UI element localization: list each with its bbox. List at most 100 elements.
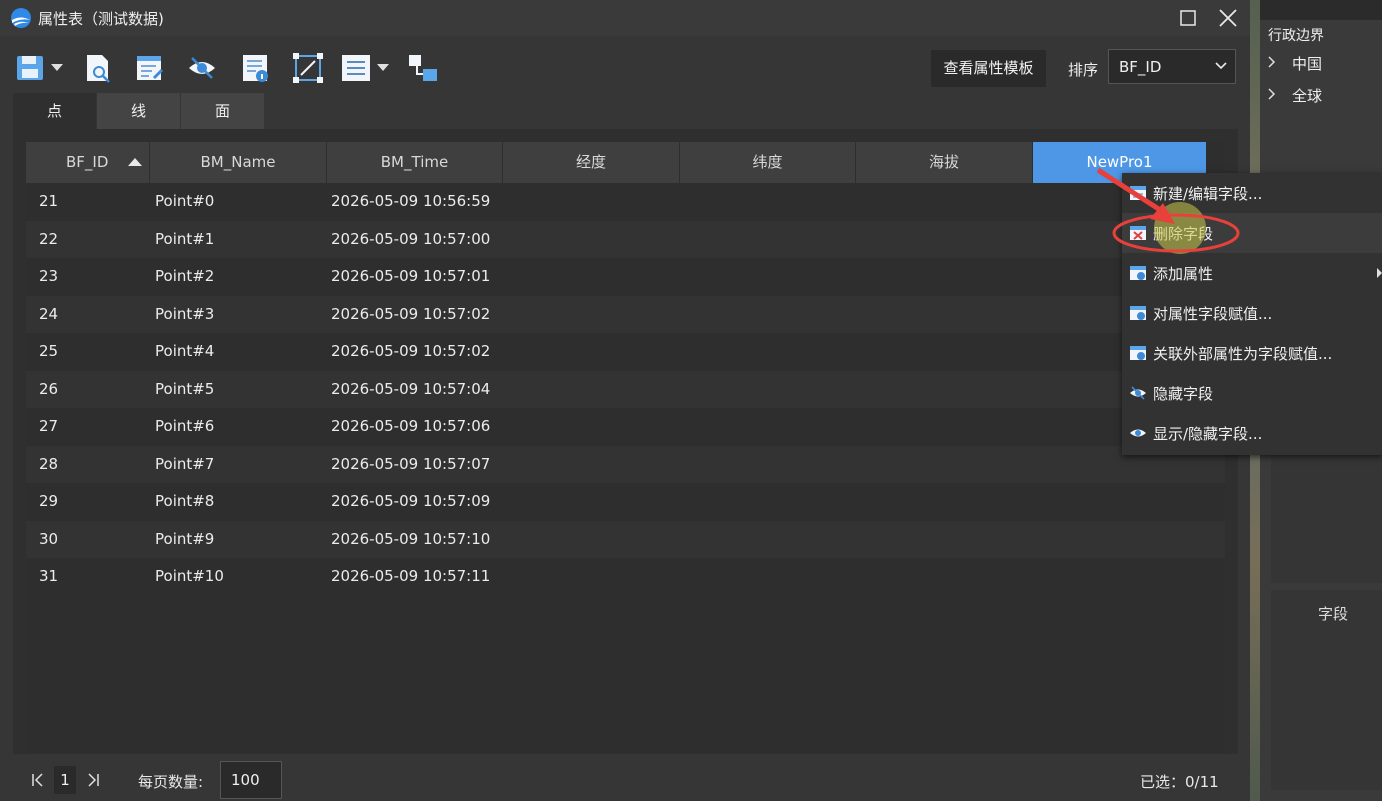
- chevron-right-icon[interactable]: [1268, 56, 1276, 68]
- table-row[interactable]: 30 Point#9 2026-05-09 10:57:10: [26, 520, 1225, 558]
- document-info-icon[interactable]: [240, 52, 272, 84]
- tree-item-global[interactable]: 全球: [1292, 85, 1322, 106]
- cell-bm-name: Point#6: [155, 417, 215, 435]
- column-header-bm-name[interactable]: BM_Name: [150, 142, 327, 183]
- cell-bf-id: 27: [39, 417, 59, 435]
- cell-bm-time: 2026-05-09 10:57:02: [331, 304, 491, 323]
- table-row[interactable]: 29 Point#8 2026-05-09 10:57:09: [26, 483, 1225, 521]
- edit-table-icon[interactable]: [134, 52, 166, 84]
- select-frame-icon[interactable]: [292, 52, 324, 84]
- cell-bf-id: 25: [39, 342, 59, 360]
- right-panel-section: [1271, 455, 1382, 583]
- cell-bm-name: Point#1: [155, 229, 215, 248]
- link-external-icon: [1130, 346, 1146, 360]
- first-page-icon[interactable]: [31, 772, 45, 788]
- cell-bm-time: 2026-05-09 10:57:09: [331, 492, 491, 510]
- close-icon[interactable]: [1216, 6, 1240, 30]
- window-title: 属性表（测试数据): [38, 10, 164, 28]
- app-logo-icon: [11, 8, 31, 28]
- submenu-arrow-icon: [1377, 268, 1382, 278]
- column-header-latitude[interactable]: 纬度: [680, 142, 856, 183]
- cell-bf-id: 21: [39, 192, 59, 210]
- cell-bm-time: 2026-05-09 10:57:00: [331, 229, 491, 248]
- table-row[interactable]: 23 Point#2 2026-05-09 10:57:01: [26, 258, 1225, 296]
- sort-label: 排序: [1068, 61, 1099, 79]
- cell-bm-time: 2026-05-09 10:57:07: [331, 454, 491, 473]
- cell-bm-name: Point#4: [155, 342, 215, 360]
- add-attribute-icon: [1130, 266, 1146, 280]
- tab-polygon[interactable]: 面: [181, 93, 264, 129]
- menu-item-label: 添加属性: [1153, 265, 1214, 283]
- menu-item-hide-field[interactable]: 隐藏字段: [1122, 373, 1382, 413]
- list-dropdown-icon[interactable]: [377, 64, 389, 71]
- column-header-longitude[interactable]: 经度: [503, 142, 680, 183]
- list-view-icon[interactable]: [340, 52, 372, 84]
- table-row[interactable]: 28 Point#7 2026-05-09 10:57:07: [26, 445, 1225, 483]
- tab-line[interactable]: 线: [97, 93, 180, 129]
- document-search-icon[interactable]: [82, 52, 114, 84]
- cell-bm-name: Point#2: [155, 267, 215, 285]
- cell-bf-id: 23: [39, 267, 59, 285]
- view-attribute-template-button[interactable]: 查看属性模板: [931, 50, 1046, 87]
- menu-item-link-external-attribute[interactable]: 关联外部属性为字段赋值...: [1122, 333, 1382, 373]
- menu-item-label: 显示/隐藏字段...: [1153, 425, 1263, 443]
- page-size-input[interactable]: 100: [220, 761, 282, 799]
- cell-bm-name: Point#8: [155, 492, 215, 510]
- cell-bm-name: Point#3: [155, 304, 215, 323]
- table-row[interactable]: 27 Point#6 2026-05-09 10:57:06: [26, 408, 1225, 446]
- chevron-down-icon: [1215, 62, 1227, 70]
- attribute-table: BF_ID BM_Name BM_Time 经度 纬度 海拔 NewPro1 2…: [26, 142, 1225, 753]
- cell-bf-id: 30: [39, 529, 59, 548]
- cell-bm-time: 2026-05-09 10:57:04: [331, 379, 491, 398]
- cell-bf-id: 31: [39, 567, 59, 585]
- menu-item-show-hide-fields[interactable]: 显示/隐藏字段...: [1122, 413, 1382, 453]
- column-context-menu: 新建/编辑字段... 删除字段 添加属性 对属性字段赋值... 关联外部属性为字…: [1122, 173, 1382, 455]
- table-row[interactable]: 21 Point#0 2026-05-09 10:56:59: [26, 183, 1225, 221]
- menu-item-label: 删除字段: [1153, 225, 1214, 243]
- menu-item-delete-field[interactable]: 删除字段: [1122, 213, 1382, 253]
- table-row[interactable]: 22 Point#1 2026-05-09 10:57:00: [26, 220, 1225, 258]
- current-page[interactable]: 1: [54, 766, 76, 794]
- hide-eye-icon[interactable]: [186, 52, 218, 84]
- sort-value: BF_ID: [1119, 58, 1162, 76]
- sort-select[interactable]: BF_ID: [1108, 49, 1236, 84]
- menu-item-label: 对属性字段赋值...: [1153, 305, 1273, 323]
- menu-item-new-edit-field[interactable]: 新建/编辑字段...: [1122, 173, 1382, 213]
- title-bar[interactable]: 属性表（测试数据): [0, 0, 1250, 36]
- menu-item-label: 隐藏字段: [1153, 385, 1214, 403]
- edit-field-icon: [1130, 186, 1146, 200]
- cell-bf-id: 28: [39, 454, 59, 473]
- cell-bm-time: 2026-05-09 10:57:01: [331, 267, 491, 285]
- delete-field-icon: [1130, 226, 1146, 240]
- menu-item-add-attribute[interactable]: 添加属性: [1122, 253, 1382, 293]
- linked-windows-icon[interactable]: [407, 52, 439, 84]
- cell-bf-id: 22: [39, 229, 59, 248]
- save-icon[interactable]: [15, 52, 47, 84]
- last-page-icon[interactable]: [86, 772, 100, 788]
- selected-count: 已选：0/11: [1140, 773, 1219, 791]
- maximize-icon[interactable]: [1176, 6, 1200, 30]
- column-header-bm-time[interactable]: BM_Time: [327, 142, 503, 183]
- save-dropdown-icon[interactable]: [51, 64, 63, 71]
- table-row[interactable]: 24 Point#3 2026-05-09 10:57:02: [26, 295, 1225, 333]
- cell-bm-time: 2026-05-09 10:57:02: [331, 342, 491, 360]
- column-header-bf-id[interactable]: BF_ID: [26, 142, 150, 183]
- menu-item-label: 关联外部属性为字段赋值...: [1153, 345, 1333, 363]
- table-row[interactable]: 26 Point#5 2026-05-09 10:57:04: [26, 370, 1225, 408]
- cell-bm-time: 2026-05-09 10:57:06: [331, 417, 491, 435]
- assign-value-icon: [1130, 306, 1146, 320]
- tree-item-china[interactable]: 中国: [1292, 53, 1322, 74]
- cell-bm-name: Point#5: [155, 379, 215, 398]
- cell-bm-name: Point#10: [155, 567, 224, 585]
- cell-bm-time: 2026-05-09 10:57:10: [331, 529, 491, 548]
- column-header-elevation[interactable]: 海拔: [856, 142, 1033, 183]
- cell-bm-time: 2026-05-09 10:56:59: [331, 192, 491, 210]
- chevron-right-icon[interactable]: [1268, 88, 1276, 100]
- table-row[interactable]: 25 Point#4 2026-05-09 10:57:02: [26, 333, 1225, 371]
- cell-bf-id: 24: [39, 304, 59, 323]
- menu-item-assign-field-value[interactable]: 对属性字段赋值...: [1122, 293, 1382, 333]
- attribute-table-window: 属性表（测试数据) 查看属性模板 排序 BF_ID 点 线 面 BF_ID BM…: [0, 0, 1250, 801]
- table-row[interactable]: 31 Point#10 2026-05-09 10:57:11: [26, 558, 1225, 596]
- tab-point[interactable]: 点: [13, 93, 96, 129]
- cell-bm-name: Point#7: [155, 454, 215, 473]
